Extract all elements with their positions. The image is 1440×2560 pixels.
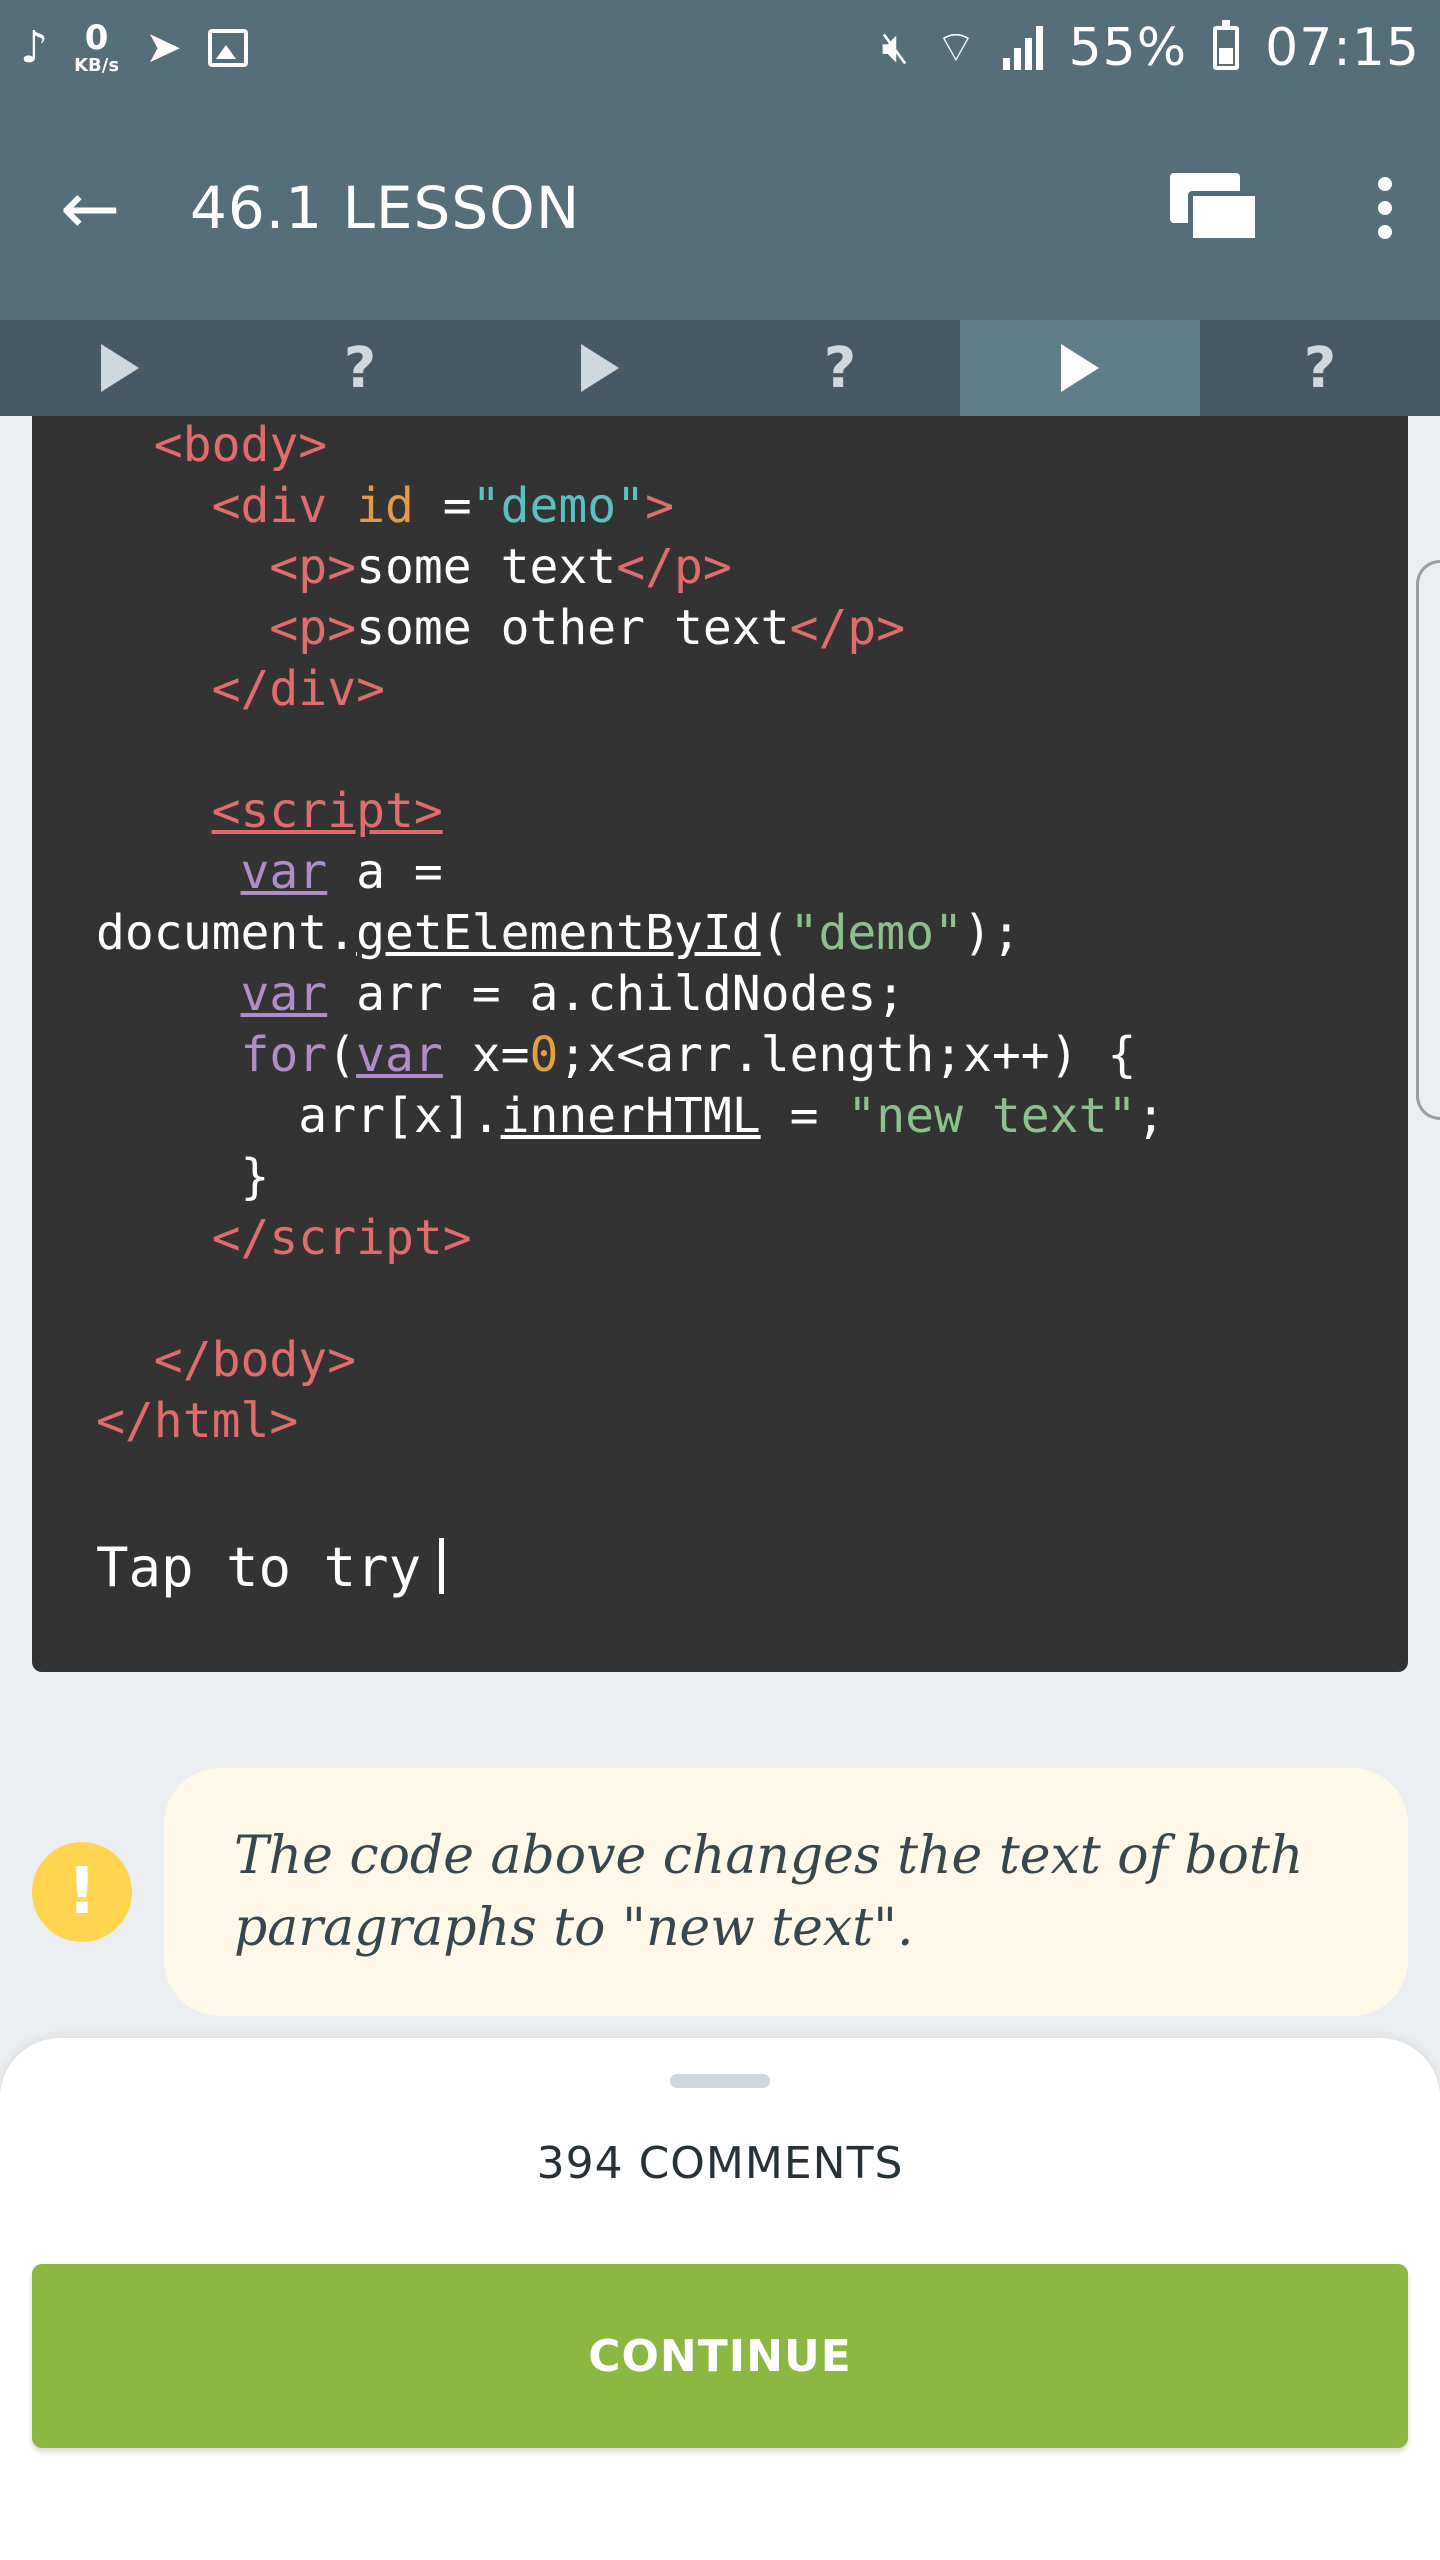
- tap-to-try-label: Tap to try: [96, 1536, 422, 1599]
- signal-icon: [1002, 26, 1043, 70]
- play-icon: [1061, 344, 1099, 392]
- lesson-tabs: ? ? ?: [0, 320, 1440, 416]
- question-icon: ?: [1303, 335, 1337, 401]
- app-bar: ← 46.1 LESSON: [0, 96, 1440, 320]
- tap-to-try[interactable]: Tap to try: [96, 1536, 445, 1599]
- info-exclamation-icon: !: [32, 1842, 132, 1942]
- play-icon: [581, 344, 619, 392]
- bottom-sheet: 394 COMMENTS CONTINUE: [0, 2038, 1440, 2560]
- comments-icon[interactable]: [1170, 173, 1260, 243]
- telegram-icon: ➤: [145, 22, 182, 73]
- gallery-icon: [207, 29, 248, 67]
- tab-quiz-3[interactable]: ?: [1200, 320, 1440, 416]
- more-vert-icon[interactable]: [1370, 177, 1400, 239]
- code-block[interactable]: <html> <body> <div id ="demo"> <p>some t…: [32, 416, 1408, 1672]
- mute-icon: 🔇︎: [881, 22, 910, 73]
- side-panel-edge[interactable]: [1416, 560, 1440, 1120]
- music-note-icon: ♪: [20, 22, 49, 73]
- drag-handle[interactable]: [670, 2074, 770, 2088]
- question-icon: ?: [823, 335, 857, 401]
- network-speed-value: 0: [84, 18, 109, 58]
- comments-button[interactable]: 394 COMMENTS: [0, 2138, 1440, 2189]
- tab-lesson-1[interactable]: [0, 320, 240, 416]
- page-title: 46.1 LESSON: [190, 174, 581, 242]
- play-icon: [101, 344, 139, 392]
- note-bubble: The code above changes the text of both …: [164, 1768, 1408, 2016]
- tab-quiz-2[interactable]: ?: [720, 320, 960, 416]
- network-speed: 0 KB/s: [74, 21, 119, 75]
- wifi-icon: ⌔: [935, 22, 977, 73]
- battery-percent: 55%: [1068, 18, 1188, 78]
- code-content: <html> <body> <div id ="demo"> <p>some t…: [96, 417, 1166, 1449]
- tab-lesson-3[interactable]: [960, 320, 1200, 416]
- note-text: The code above changes the text of both …: [234, 1826, 1304, 1958]
- tab-quiz-1[interactable]: ?: [240, 320, 480, 416]
- clock: 07:15: [1265, 18, 1420, 78]
- text-cursor: [439, 1538, 445, 1594]
- battery-charging-icon: [1213, 20, 1240, 70]
- status-bar: ♪ 0 KB/s ➤ 🔇︎ ⌔ 55% 07:15: [0, 0, 1440, 96]
- continue-button[interactable]: CONTINUE: [32, 2264, 1408, 2448]
- tab-lesson-2[interactable]: [480, 320, 720, 416]
- question-icon: ?: [343, 335, 377, 401]
- back-arrow-icon[interactable]: ←: [60, 172, 140, 244]
- network-speed-unit: KB/s: [74, 55, 120, 76]
